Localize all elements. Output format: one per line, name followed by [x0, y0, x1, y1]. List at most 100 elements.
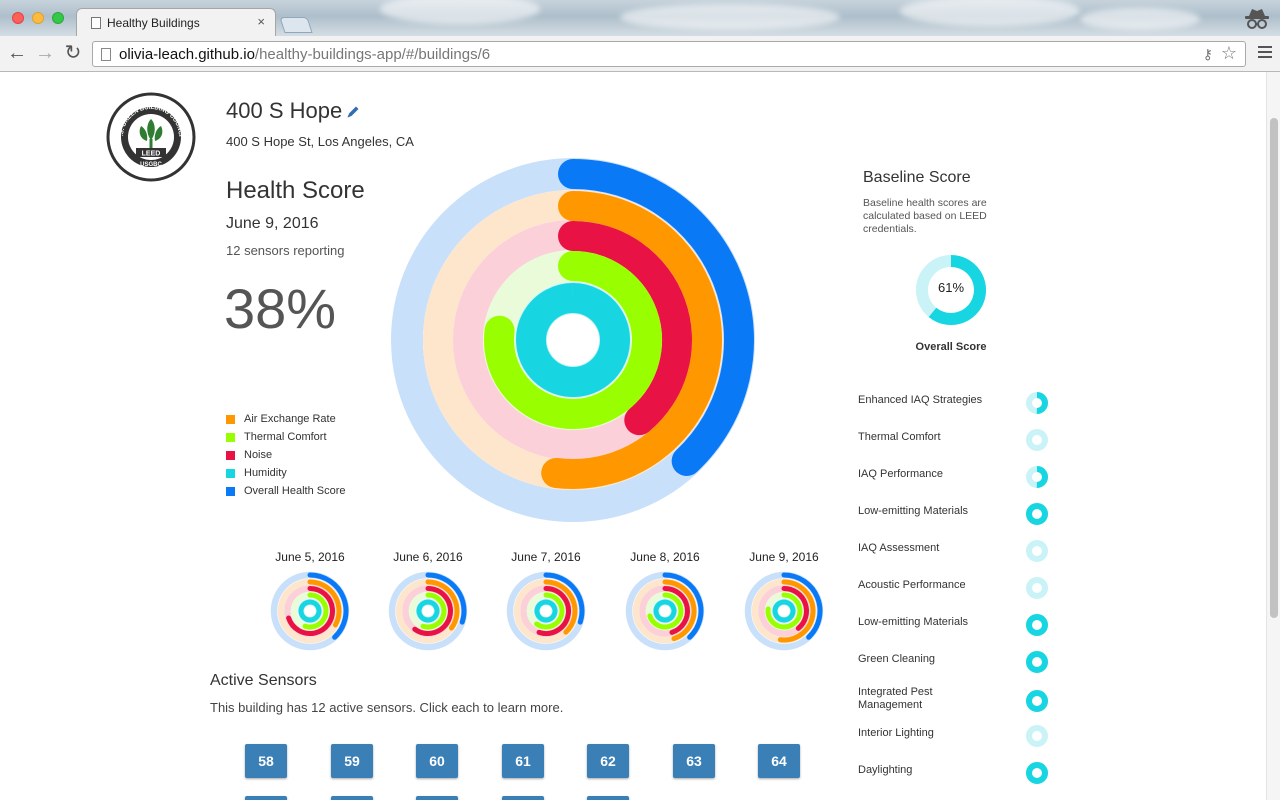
- history-day-label: June 7, 2016: [511, 550, 581, 564]
- legend-item: Air Exchange Rate: [226, 410, 346, 428]
- history-day[interactable]: June 8, 2016: [615, 550, 715, 651]
- credit-label: Low-emitting Materials: [858, 505, 969, 517]
- sensor-button[interactable]: 59: [331, 744, 373, 778]
- credit-row: IAQ Performance: [858, 466, 1058, 498]
- credit-row: Acoustic Performance: [858, 577, 1058, 609]
- sensors-reporting: 12 sensors reporting: [226, 243, 345, 258]
- close-window-button[interactable]: [12, 12, 24, 24]
- credit-row: Interior Lighting: [858, 725, 1058, 757]
- credit-score-icon: [1026, 392, 1048, 414]
- credit-score-icon: [1026, 540, 1048, 562]
- minimize-window-button[interactable]: [32, 12, 44, 24]
- browser-chrome: Healthy Buildings × ← → ↻ olivia-leach.g…: [0, 0, 1280, 72]
- sensor-button[interactable]: 60: [416, 744, 458, 778]
- history-rings-chart[interactable]: [506, 571, 586, 651]
- credit-score-icon: [1026, 651, 1048, 673]
- zoom-window-button[interactable]: [52, 12, 64, 24]
- baseline-score-title: Baseline Score: [863, 169, 971, 186]
- credit-label: Thermal Comfort: [858, 431, 941, 443]
- credit-score-icon: [1026, 690, 1048, 712]
- health-score-percent: 38%: [224, 277, 337, 340]
- incognito-icon: [1245, 9, 1269, 29]
- sensor-button[interactable]: 61: [502, 744, 544, 778]
- history-day[interactable]: June 7, 2016: [496, 550, 596, 651]
- reload-button[interactable]: ↻: [62, 42, 84, 64]
- usgbc-abbr: USGBC: [140, 162, 162, 168]
- sensor-button-partial[interactable]: [245, 796, 287, 800]
- credit-row: Daylighting: [858, 762, 1058, 794]
- credit-row: Low-emitting Materials: [858, 614, 1058, 646]
- browser-toolbar: ← → ↻ olivia-leach.github.io/healthy-bui…: [0, 36, 1280, 72]
- credit-label: Green Cleaning: [858, 653, 936, 665]
- page-content: LEED USGBC U.S. GREEN BUILDING COUNCIL 4…: [0, 72, 1280, 800]
- legend-swatch: [226, 450, 235, 460]
- leed-mark: LEED: [142, 151, 161, 158]
- history-day-label: June 5, 2016: [275, 550, 345, 564]
- address-bar[interactable]: olivia-leach.github.io/healthy-buildings…: [92, 41, 1246, 67]
- sensor-button-partial[interactable]: [587, 796, 629, 800]
- history-day-label: June 9, 2016: [749, 550, 819, 564]
- history-day-label: June 6, 2016: [393, 550, 463, 564]
- legend-swatch: [226, 486, 235, 496]
- sensor-button[interactable]: 58: [245, 744, 287, 778]
- history-day[interactable]: June 6, 2016: [378, 550, 478, 651]
- credit-row: Integrated Pest Management: [858, 686, 1058, 716]
- credit-score-icon: [1026, 429, 1048, 451]
- tab-strip: Healthy Buildings ×: [0, 0, 1280, 36]
- building-address: 400 S Hope St, Los Angeles, CA: [226, 134, 414, 149]
- usgbc-leed-logo: LEED USGBC U.S. GREEN BUILDING COUNCIL: [106, 92, 196, 182]
- forward-button[interactable]: →: [34, 42, 56, 64]
- health-score-date: June 9, 2016: [226, 215, 319, 232]
- new-tab-button[interactable]: [279, 17, 313, 33]
- health-score-title: Health Score: [226, 177, 365, 204]
- legend-item: Humidity: [226, 464, 346, 482]
- page-scrollbar[interactable]: [1266, 72, 1280, 800]
- credit-score-icon: [1026, 577, 1048, 599]
- history-day[interactable]: June 5, 2016: [260, 550, 360, 651]
- credit-score-arc: [1026, 762, 1048, 784]
- history-rings-chart[interactable]: [270, 571, 350, 651]
- credit-score-arc: [1026, 651, 1048, 673]
- building-name: 400 S Hope: [226, 98, 343, 123]
- credit-label: Integrated Pest Management: [858, 686, 933, 711]
- back-button[interactable]: ←: [6, 42, 28, 64]
- legend-swatch: [226, 432, 235, 442]
- sensor-button[interactable]: 64: [758, 744, 800, 778]
- active-sensors-title: Active Sensors: [210, 672, 317, 689]
- history-day-label: June 8, 2016: [630, 550, 700, 564]
- legend-item: Overall Health Score: [226, 482, 346, 500]
- browser-menu-button[interactable]: [1258, 46, 1272, 60]
- active-sensors-description: This building has 12 active sensors. Cli…: [210, 700, 564, 715]
- credit-row: Green Cleaning: [858, 651, 1058, 683]
- credit-row: Thermal Comfort: [858, 429, 1058, 461]
- tab-healthy-buildings[interactable]: Healthy Buildings ×: [76, 8, 276, 36]
- health-score-rings-chart[interactable]: [389, 156, 757, 524]
- baseline-score-value: 61%: [937, 280, 965, 295]
- history-rings-chart[interactable]: [388, 571, 468, 651]
- legend-item: Thermal Comfort: [226, 428, 346, 446]
- credit-row: IAQ Assessment: [858, 540, 1058, 572]
- legend-swatch: [226, 414, 235, 424]
- scrollbar-thumb[interactable]: [1270, 118, 1278, 618]
- history-rings-chart[interactable]: [625, 571, 705, 651]
- sensor-button[interactable]: 63: [673, 744, 715, 778]
- credit-label: IAQ Performance: [858, 468, 943, 480]
- sensor-button-partial[interactable]: [416, 796, 458, 800]
- credit-score-arc: [1026, 690, 1048, 712]
- credit-label: Interior Lighting: [858, 727, 934, 739]
- legend-swatch: [226, 468, 235, 478]
- credit-score-icon: [1026, 725, 1048, 747]
- credit-score-icon: [1026, 762, 1048, 784]
- tab-close-button[interactable]: ×: [257, 14, 265, 29]
- sensor-button-partial[interactable]: [502, 796, 544, 800]
- key-icon[interactable]: ⚷: [1203, 46, 1213, 63]
- history-rings-chart[interactable]: [744, 571, 824, 651]
- sensor-button[interactable]: 62: [587, 744, 629, 778]
- credit-label: IAQ Assessment: [858, 542, 940, 554]
- credit-score-icon: [1026, 466, 1048, 488]
- overall-score-label: Overall Score: [915, 341, 987, 353]
- pencil-edit-icon[interactable]: [345, 104, 361, 120]
- bookmark-star-icon[interactable]: ☆: [1221, 43, 1237, 64]
- history-day[interactable]: June 9, 2016: [734, 550, 834, 651]
- sensor-button-partial[interactable]: [331, 796, 373, 800]
